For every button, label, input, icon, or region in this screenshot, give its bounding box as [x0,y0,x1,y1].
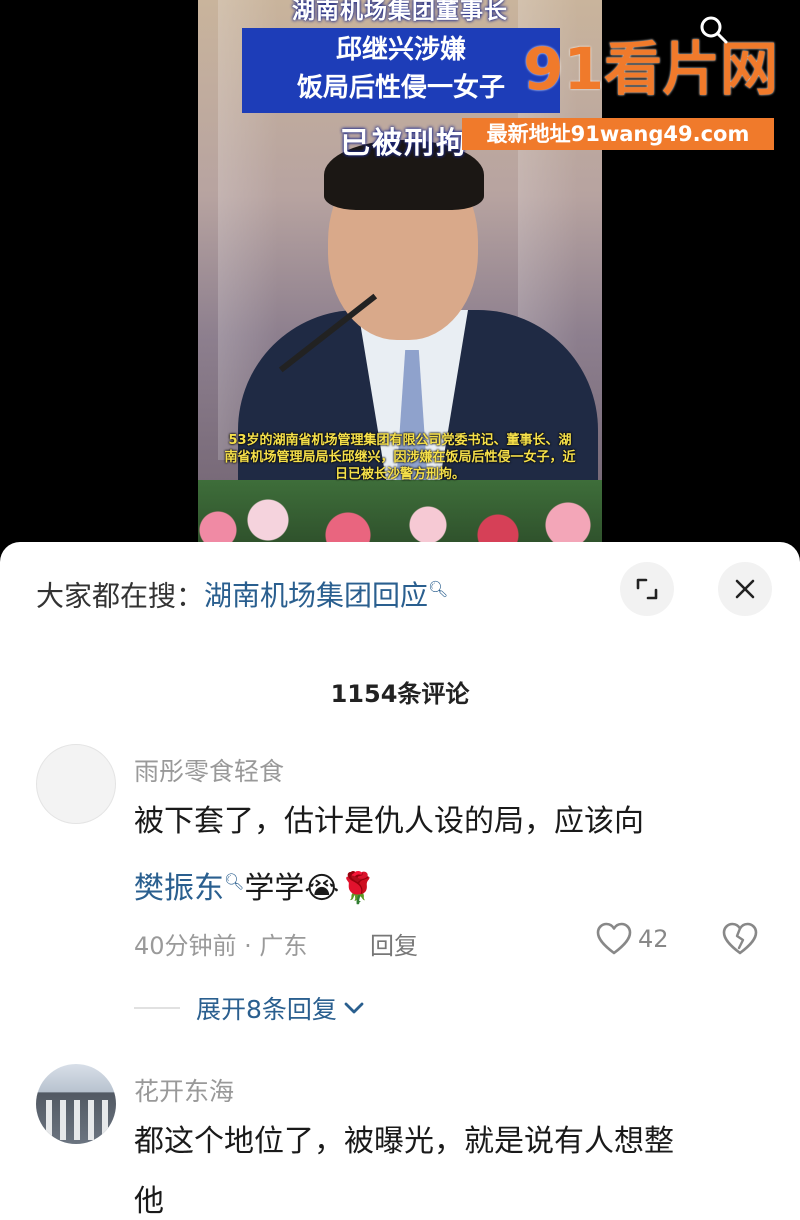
comment-sheet: 大家都在搜：湖南机场集团回应🔍︎ 1154条评论 雨彤零食轻食 被下套了，估计是… [0,542,800,1220]
comment-username[interactable]: 雨彤零食轻食 [134,752,284,788]
comment-username[interactable]: 花开东海 [134,1072,234,1108]
mention-link[interactable]: 樊振东🔍︎ [134,871,244,906]
divider-line [134,1007,180,1009]
dislike-button[interactable] [722,922,758,960]
reply-button[interactable]: 回复 [370,926,418,961]
video-player[interactable]: 湖南机场集团董事长 邱继兴涉嫌 饭局后性侵一女子 已被刑拘 53岁的湖南省机场管… [0,0,800,560]
avatar-pillar [102,1100,108,1140]
avatar[interactable] [36,1064,116,1144]
comment-text: 被下套了，估计是仇人设的局，应该向 樊振东🔍︎学学😭🌹 [134,792,754,919]
avatar[interactable] [36,744,116,824]
comment-text-line: 都这个地位了，被曝光，就是说有人想整 [134,1124,674,1159]
expand-icon [636,578,658,600]
search-icon: 🔍︎ [428,580,449,599]
search-icon[interactable] [698,14,730,46]
close-icon [735,579,755,599]
trending-search-link[interactable]: 湖南机场集团回应🔍︎ [204,579,448,612]
trending-search-prefix: 大家都在搜： [36,579,205,613]
broken-heart-icon [722,922,758,955]
avatar-pillar [46,1100,52,1140]
avatar-pillar [74,1100,80,1140]
mention-name[interactable]: 樊振东 [134,871,224,906]
comment-text-tail: 学学😭🌹 [244,871,377,906]
comment-item: 花开东海 都这个地位了，被曝光，就是说有人想整 他 [0,1062,800,1220]
heart-icon [596,922,632,955]
video-caption: 53岁的湖南省机场管理集团有限公司党委书记、董事长、湖南省机场管理局局长邱继兴，… [224,433,576,482]
like-button[interactable]: 42 [596,922,669,956]
like-count: 42 [638,925,669,953]
comment-text-line: 樊振东🔍︎学学😭🌹 [134,852,754,919]
avatar-pillar [88,1100,94,1140]
video-headline-top: 湖南机场集团董事长 [292,0,508,24]
comment-text: 都这个地位了，被曝光，就是说有人想整 他 [134,1112,754,1220]
expand-button[interactable] [620,562,674,616]
comment-item: 雨彤零食轻食 被下套了，估计是仇人设的局，应该向 樊振东🔍︎学学😭🌹 40分钟前… [0,742,800,1032]
comment-text-line: 被下套了，估计是仇人设的局，应该向 [134,804,644,839]
search-icon: 🔍︎ [224,872,245,891]
comment-time-location: 40分钟前 · 广东 [134,932,308,960]
watermark-logo: 91看片网 [523,35,778,103]
comment-text-line: 他 [134,1184,164,1219]
chevron-down-icon [344,1002,364,1014]
expand-replies-button[interactable]: 展开8条回复 [134,990,365,1026]
close-button[interactable] [718,562,772,616]
trending-search-term[interactable]: 湖南机场集团回应 [204,579,428,612]
trending-search: 大家都在搜：湖南机场集团回应🔍︎ [36,570,596,613]
expand-replies-label[interactable]: 展开8条回复 [196,990,337,1026]
comments-count: 1154条评论 [330,680,470,708]
watermark-url: 最新地址91wang49.com [462,118,774,150]
avatar-pillar [60,1100,66,1140]
